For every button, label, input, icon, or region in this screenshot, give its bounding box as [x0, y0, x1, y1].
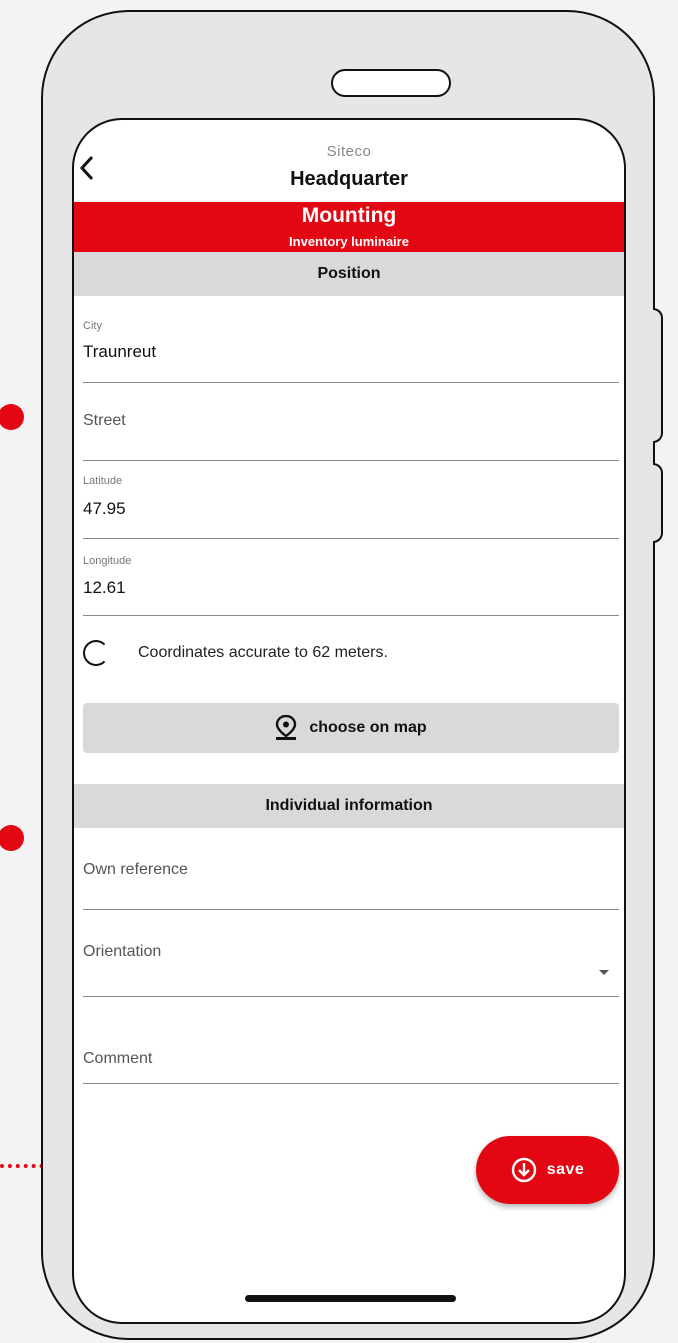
section-header-individual: Individual information: [74, 784, 624, 828]
latitude-label: Latitude: [83, 475, 123, 487]
save-label: save: [546, 1161, 585, 1178]
map-pin-icon: [276, 715, 297, 740]
city-field[interactable]: City Traunreut: [83, 302, 619, 383]
home-indicator[interactable]: [245, 1295, 456, 1302]
orientation-placeholder: Orientation: [83, 943, 162, 960]
choose-on-map-label: choose on map: [309, 719, 427, 736]
page-title: Headquarter: [290, 168, 408, 190]
company-name: Siteco: [326, 143, 372, 160]
loading-spinner-icon: [83, 640, 109, 666]
banner-title: Mounting: [301, 204, 397, 227]
own-reference-field[interactable]: Own reference: [83, 830, 619, 910]
callout-marker-individual: [0, 825, 24, 851]
section-header-position: Position: [74, 252, 624, 296]
phone-side-button-upper: [653, 308, 663, 443]
city-value: Traunreut: [83, 342, 157, 361]
longitude-label: Longitude: [83, 555, 132, 567]
latitude-value: 47.95: [83, 499, 126, 518]
choose-on-map-button[interactable]: choose on map: [83, 703, 619, 753]
save-button[interactable]: save: [476, 1136, 619, 1204]
orientation-dropdown[interactable]: Orientation: [83, 909, 619, 997]
street-field[interactable]: Street: [83, 382, 619, 461]
phone-speaker: [331, 69, 451, 97]
own-reference-placeholder: Own reference: [83, 861, 188, 878]
app-screen: Siteco Headquarter Mounting Inventory lu…: [72, 118, 626, 1324]
callout-marker-position: [0, 404, 24, 430]
longitude-field[interactable]: Longitude 12.61: [83, 538, 619, 616]
mode-banner: Mounting Inventory luminaire: [74, 202, 624, 252]
latitude-field[interactable]: Latitude 47.95: [83, 460, 619, 539]
download-circle-icon: [511, 1157, 536, 1183]
phone-side-button-lower: [653, 463, 663, 543]
longitude-value: 12.61: [83, 578, 126, 597]
comment-placeholder: Comment: [83, 1050, 153, 1067]
street-placeholder: Street: [83, 412, 126, 429]
city-label: City: [83, 320, 102, 332]
dropdown-arrow-icon: [599, 970, 609, 975]
comment-field[interactable]: Comment: [83, 996, 619, 1084]
accuracy-text: Coordinates accurate to 62 meters.: [138, 644, 388, 661]
app-header: Siteco Headquarter: [74, 120, 624, 200]
banner-subtitle: Inventory luminaire: [289, 234, 409, 249]
